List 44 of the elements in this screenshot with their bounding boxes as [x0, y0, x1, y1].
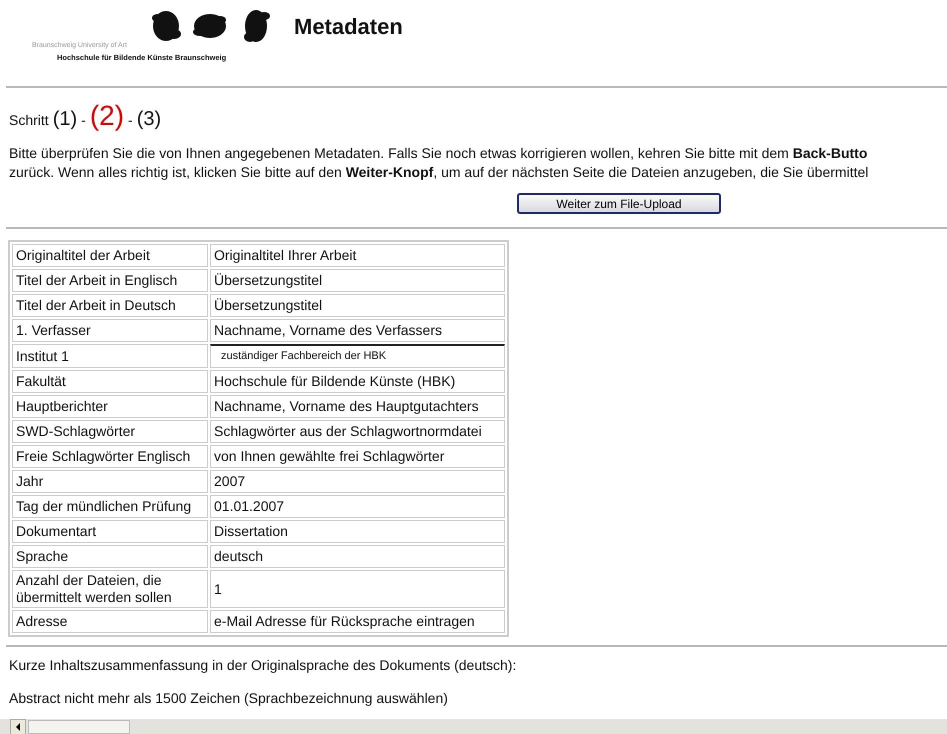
step-label: Schritt — [9, 112, 49, 128]
instruction-text: zurück. Wenn alles richtig ist, klicken Sie bitte auf den Weiter-Knopf, um auf der nächsten Seite die Dateien anzugeben, die Sie übermittel — [9, 163, 870, 182]
field-value: Nachname, Vorname des Verfassers — [210, 319, 505, 342]
field-label: Jahr — [12, 470, 208, 493]
step-number: (1) — [52, 108, 78, 131]
field-value: Dissertation — [210, 520, 505, 543]
field-label: Adresse — [12, 610, 208, 633]
field-label: Anzahl der Dateien, die übermittelt werden sollen — [12, 570, 208, 608]
instruction-text: Bitte überprüfen Sie die von Ihnen angegebenen Metadaten. Falls Sie noch etwas korrigieren wollen, kehren Sie bitte mit dem Back-Butto — [9, 144, 868, 163]
field-label: Fakultät — [12, 370, 208, 393]
step-number: (3) — [136, 108, 162, 131]
field-value: Übersetzungstitel — [210, 294, 505, 317]
field-label: Originaltitel der Arbeit — [12, 244, 208, 267]
field-label: Institut 1 — [12, 344, 208, 368]
field-value: e-Mail Adresse für Rücksprache eintragen — [210, 610, 505, 633]
field-label: Sprache — [12, 545, 208, 568]
field-value: Schlagwörter aus der Schlagwortnormdatei — [210, 420, 505, 443]
field-value: Nachname, Vorname des Hauptgutachters — [210, 395, 505, 418]
step-separator: - — [81, 112, 86, 128]
field-value: Hochschule für Bildende Künste (HBK) — [210, 370, 505, 393]
scroll-left-icon[interactable] — [10, 718, 26, 734]
step-number: (2) — [90, 100, 124, 132]
field-label: SWD-Schlagwörter — [12, 420, 208, 443]
page-title: Metadaten — [294, 14, 403, 40]
field-value: 2007 — [210, 470, 505, 493]
field-label: Freie Schlagwörter Englisch — [12, 445, 208, 468]
step-separator: - — [128, 112, 133, 128]
next-button[interactable]: Weiter zum File-Upload — [517, 193, 721, 214]
field-value: 01.01.2007 — [210, 495, 505, 518]
field-label: Dokumentart — [12, 520, 208, 543]
horizontal-scrollbar[interactable] — [0, 719, 947, 734]
field-value: Originaltitel Ihrer Arbeit — [210, 244, 505, 267]
abstract-hint: Abstract nicht mehr als 1500 Zeichen (Sprachbezeichnung auswählen) — [8, 689, 449, 708]
field-value: Übersetzungstitel — [210, 269, 505, 292]
field-label: Tag der mündlichen Prüfung — [12, 495, 208, 518]
field-value: zuständiger Fachbereich der HBK — [210, 344, 505, 368]
field-value: von Ihnen gewählte frei Schlagwörter — [210, 445, 505, 468]
summary-label: Kurze Inhaltszusammenfassung in der Originalsprache des Dokuments (deutsch): — [8, 656, 518, 675]
field-value: 1 — [210, 570, 505, 608]
field-label: Titel der Arbeit in Deutsch — [12, 294, 208, 317]
field-label: 1. Verfasser — [12, 319, 208, 342]
field-label: Titel der Arbeit in Englisch — [12, 269, 208, 292]
field-label: Hauptberichter — [12, 395, 208, 418]
field-value: deutsch — [210, 545, 505, 568]
